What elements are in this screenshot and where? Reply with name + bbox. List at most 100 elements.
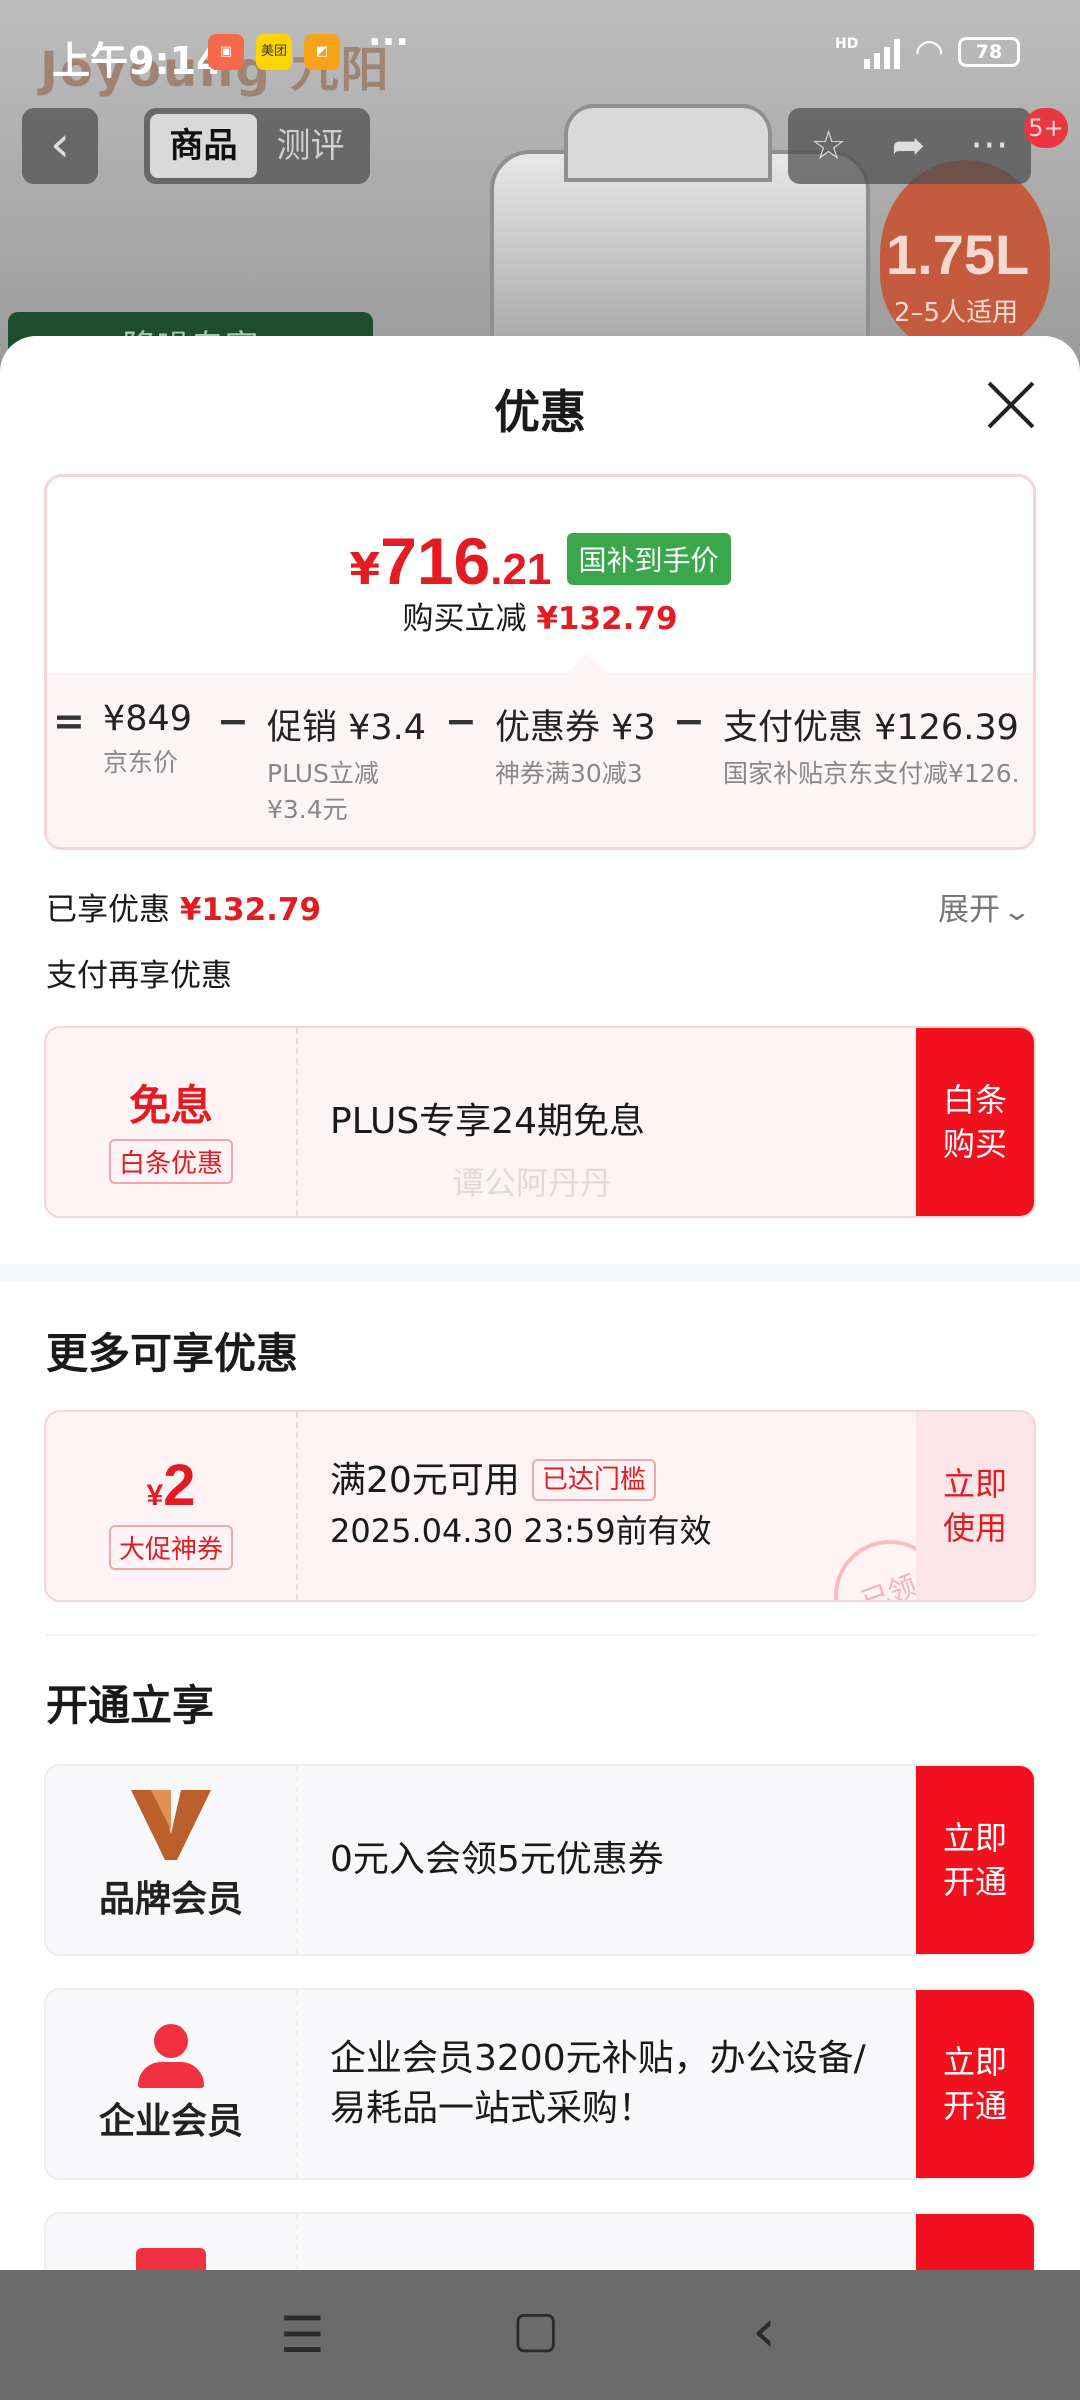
pay-more-title: 支付再享优惠 [46,958,232,994]
breakdown-main: ¥849 [103,699,193,739]
enterprise-member-card[interactable]: 企业会员 企业会员3200元补贴，办公设备/易耗品一站式采购！ 立即 开通 [44,1988,1036,2180]
open-enterprise-member-button[interactable]: 立即 开通 [916,1990,1034,2178]
member-logo-icon [136,2248,206,2270]
expand-label: 展开 [938,892,1000,928]
next-member-card[interactable] [44,2212,1036,2270]
breakdown-promotion: 促销 ¥3.4 PLUS立减 ¥3.4元 [267,699,426,828]
network-label: HD [834,36,859,52]
breakdown-payment: 支付优惠 ¥126.39 国家补贴京东支付减¥126. [723,699,1023,792]
use-coupon-button[interactable]: 立即 使用 [916,1412,1034,1600]
offer-desc: PLUS专享24期免息 [330,1028,930,1216]
app-notification-icon-2: ◩ [304,34,340,70]
price-card: ¥716.21 国补到手价 购买立减 ¥132.79 = ¥849 京东价 − … [44,474,1036,850]
threshold-reached-tag: 已达门槛 [531,1459,656,1501]
offer-left: 免息 白条优惠 [46,1028,298,1216]
section-divider-line [46,1634,1036,1636]
chevron-down-icon: ⌄ [1001,897,1033,927]
price-decimal: .21 [490,545,552,594]
breakdown-sub: 神券满30减3 [495,759,643,788]
breakdown-sub-line1: PLUS立减 [267,759,379,788]
capacity-badge: 1.75L 2–5人适用 [880,160,1050,350]
back-button[interactable]: ‹ [22,108,98,184]
breakdown-main: 促销 ¥3.4 [267,708,427,748]
price-breakdown: = ¥849 京东价 − 促销 ¥3.4 PLUS立减 ¥3.4元 − 优惠券 ¥… [47,673,1033,847]
breakdown-main: 支付优惠 ¥126.39 [723,708,1019,748]
minus-sign: − [445,699,477,743]
breakdown-coupon: 优惠券 ¥3 神券满30减3 [495,699,656,792]
coupon-card[interactable]: ¥2 大促神券 满20元可用 已达门槛 2025.04.30 23:59前有效 已… [44,1410,1036,1602]
meituan-notification-icon: 美团 [256,34,292,70]
enjoyed-amount: ¥132.79 [179,892,322,928]
purchase-reduction: 购买立减 ¥132.79 [47,593,1033,638]
member-left: 企业会员 [46,1990,298,2178]
back-nav-icon[interactable]: ‹ [752,2296,776,2366]
discount-sheet: 优惠 ¥716.21 国补到手价 购买立减 ¥132.79 = ¥849 京东价… [0,336,1080,2270]
capacity-volume: 1.75L [886,223,1030,286]
status-bar: 上午9:14 ▣ 美团 ◩ ··· HD ◠ 78 [0,0,1080,100]
tab-product[interactable]: 商品 [150,114,257,178]
breakdown-jd-price: ¥849 京东价 [103,699,192,781]
brand-member-logo-icon [131,1790,211,1860]
interest-free-head: 免息 [128,1081,213,1130]
more-offers-title: 更多可享优惠 [46,1329,299,1378]
coupon-amount: ¥2 [46,1452,296,1519]
home-icon[interactable]: ▢ [512,2300,559,2358]
section-divider [0,1264,1080,1282]
app-notification-icon: ▣ [208,34,244,70]
coupon-validity: 2025.04.30 23:59前有效 [330,1512,712,1550]
coupon-condition: 满20元可用 [330,1460,520,1501]
capacity-people: 2–5人适用 [894,298,1019,328]
menu-icon[interactable]: ☰ [280,2306,325,2364]
close-icon[interactable] [984,378,1038,432]
signal-icon [864,35,901,69]
enjoyed-discount: 已享优惠 ¥132.79 [46,884,321,929]
watermark-text: 谭公阿丹丹 [452,1164,613,1202]
system-nav-bar: ☰ ▢ ‹ [0,2270,1080,2400]
member-desc-text: 企业会员3200元补贴，办公设备/易耗品一站式采购！ [330,2038,866,2129]
brand-member-card[interactable]: 品牌会员 0元入会领5元优惠券 立即 开通 [44,1764,1036,1956]
coupon-currency: ¥ [146,1479,164,1512]
minus-sign: − [673,699,705,743]
more-menu-icon[interactable]: ··· [970,123,1008,169]
top-actions: ☆ ➦ ··· [788,108,1031,184]
favorite-star-icon[interactable]: ☆ [811,123,847,169]
subsidy-price-tag: 国补到手价 [566,533,731,585]
status-time: 上午9:14 [52,39,223,83]
member-left: 品牌会员 [46,1766,298,1954]
baitiao-desc: PLUS专享24期免息 [330,1101,645,1142]
breakdown-sub-line2: ¥3.4元 [267,795,348,824]
coupon-condition-line: 满20元可用 已达门槛 [330,1456,930,1506]
breakdown-main: 优惠券 ¥3 [495,708,656,748]
tab-review[interactable]: 测评 [257,114,364,178]
equals-sign: = [53,699,85,743]
final-price: ¥716.21 国补到手价 [47,523,1033,599]
member-desc: 企业会员3200元补贴，办公设备/易耗品一站式采购！ [330,1990,900,2178]
open-member-button[interactable] [916,2214,1034,2270]
member-desc: 0元入会领5元优惠券 [330,1766,930,1954]
wifi-icon: ◠ [914,32,944,72]
open-brand-member-button[interactable]: 立即 开通 [916,1766,1034,1954]
save-amount: ¥132.79 [536,601,678,637]
product-top-nav: ‹ 商品 测评 ☆ ➦ ··· 5+ [0,108,1080,188]
price-integer: 716 [380,524,491,598]
minus-sign: − [217,699,249,743]
battery-icon: 78 [958,37,1020,67]
notification-count-badge: 5+ [1024,108,1068,148]
sheet-title: 优惠 [494,385,586,439]
baitiao-label: 白条优惠 [108,1139,233,1184]
baitiao-buy-button[interactable]: 白条 购买 [916,1028,1034,1216]
member-left [46,2214,298,2270]
enjoyed-label: 已享优惠 [46,892,170,928]
coupon-value: 2 [163,1453,196,1518]
expand-button[interactable]: 展开⌄ [938,884,1032,929]
member-name: 企业会员 [98,2101,243,2142]
breakdown-sub: 京东价 [103,748,179,777]
coupon-label: 大促神券 [108,1525,233,1570]
enterprise-user-icon [138,2024,204,2088]
open-membership-title: 开通立享 [46,1681,215,1730]
breakdown-sub: PLUS立减 ¥3.4元 [267,756,426,828]
coupon-left: ¥2 大促神券 [46,1412,298,1600]
share-icon[interactable]: ➦ [892,123,926,169]
baitiao-offer-card[interactable]: 免息 白条优惠 PLUS专享24期免息 谭公阿丹丹 白条 购买 [44,1026,1036,1218]
more-notifications-icon: ··· [368,22,410,63]
